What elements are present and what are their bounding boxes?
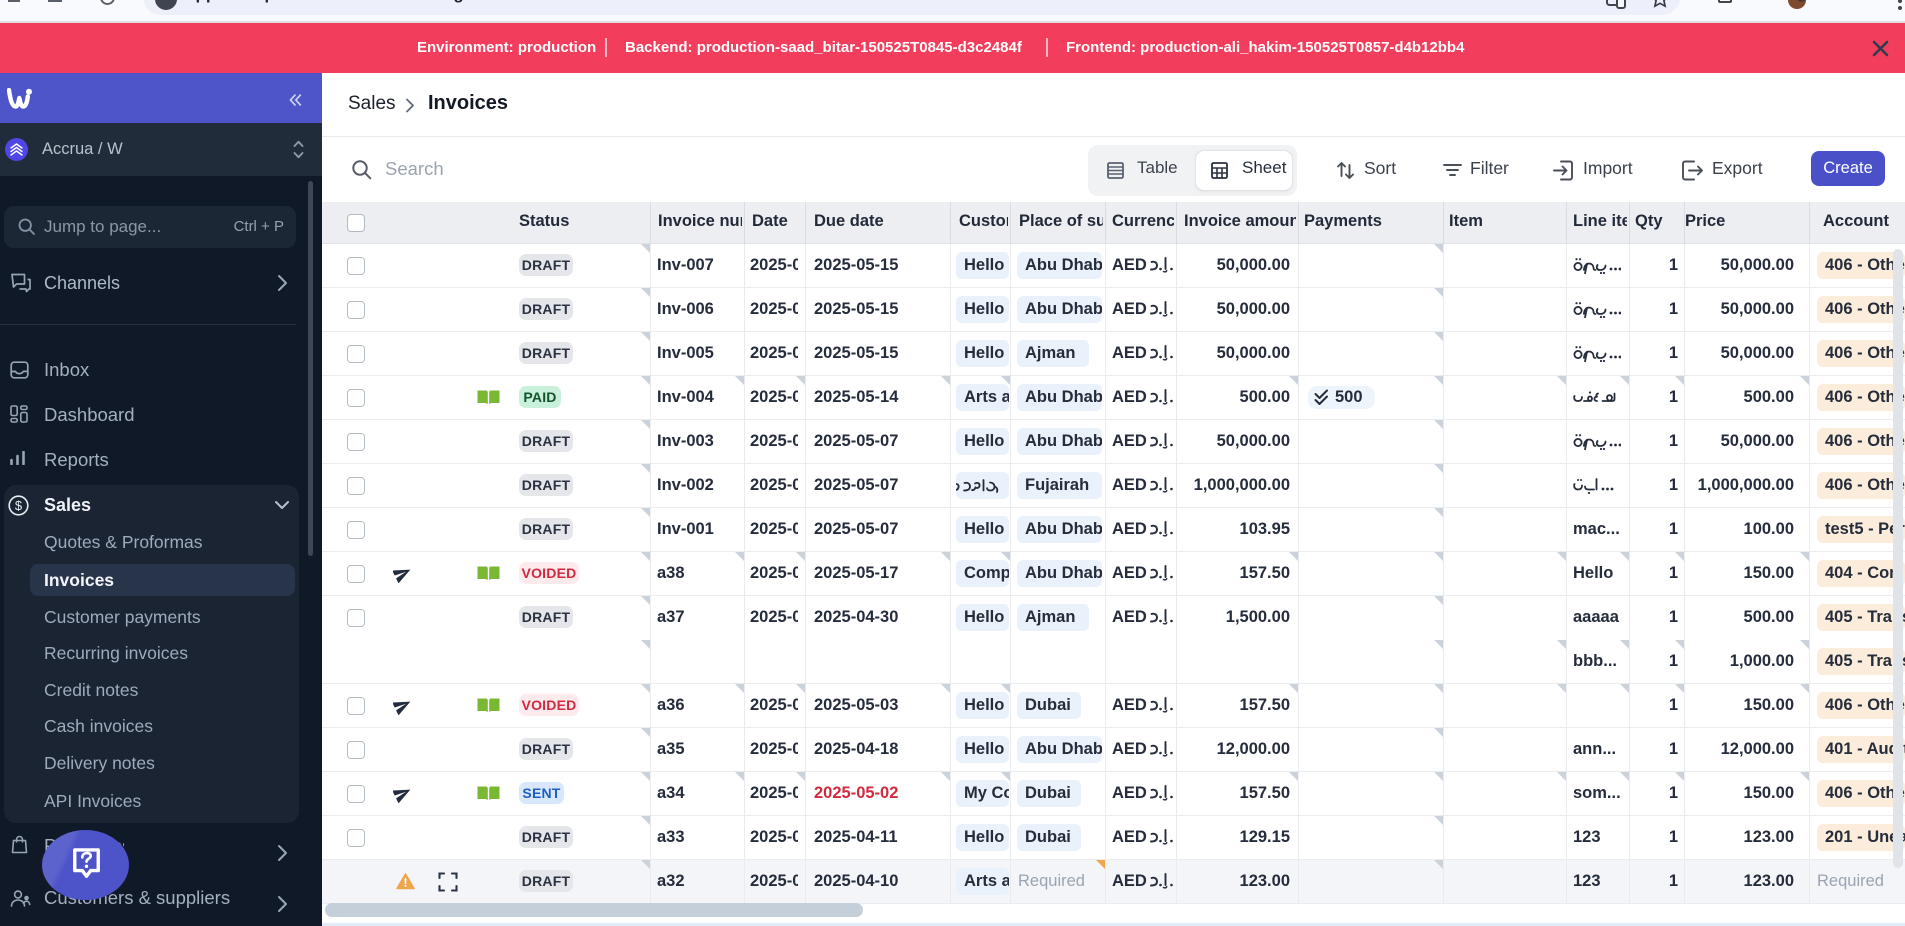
svg-text:$: $ <box>15 498 23 513</box>
